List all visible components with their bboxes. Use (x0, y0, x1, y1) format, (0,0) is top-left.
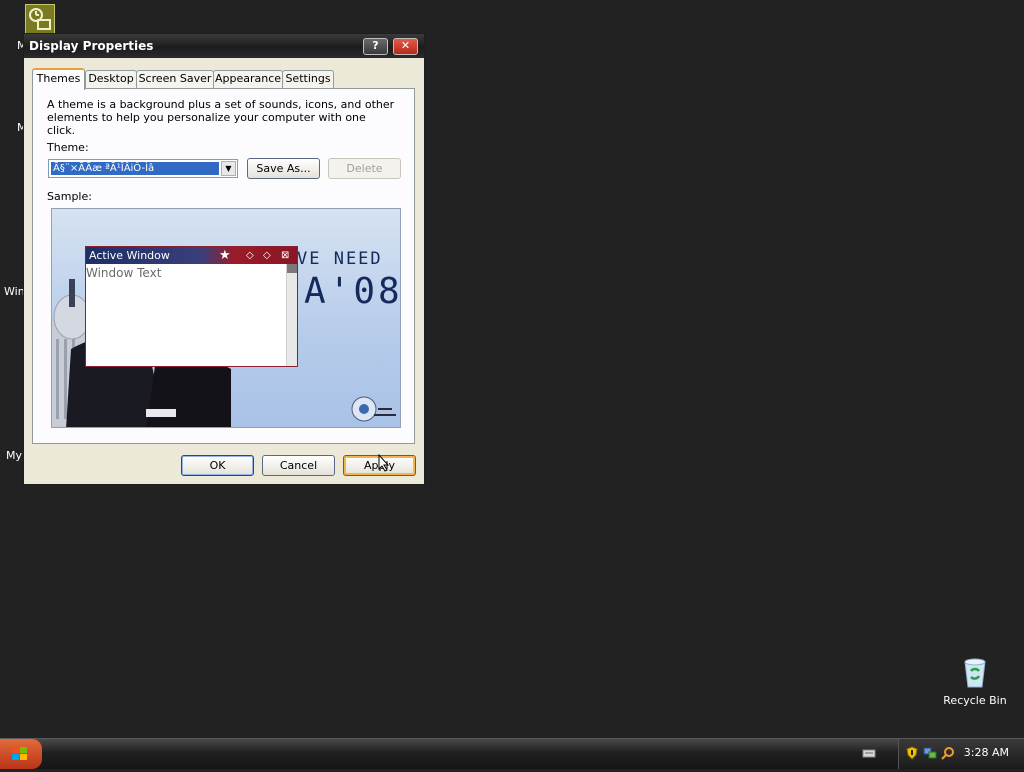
close-icon: ⊠ (281, 250, 290, 261)
save-as-button[interactable]: Save As... (247, 158, 320, 179)
theme-description: A theme is a background plus a set of so… (47, 98, 395, 137)
tab-appearance[interactable]: Appearance (213, 70, 283, 88)
cancel-button[interactable]: Cancel (262, 455, 335, 476)
sample-window-title-text: Active Window (89, 249, 170, 262)
themes-panel: A theme is a background plus a set of so… (32, 88, 415, 444)
clock[interactable]: 3:28 AM (964, 746, 1009, 759)
recycle-bin-icon (958, 656, 992, 690)
sample-window-title: Active Window ★ ◇ ◇ ⊠ (86, 247, 297, 264)
desktop-shortcut-icon[interactable] (25, 4, 55, 34)
dialog-title: Display Properties (29, 39, 154, 53)
tab-themes[interactable]: Themes (32, 68, 85, 90)
security-shield-icon[interactable] (905, 746, 919, 760)
recycle-bin[interactable]: Recycle Bin (940, 656, 1010, 707)
sample-window-text: Window Text (86, 266, 162, 280)
star-icon: ★ (219, 248, 231, 263)
close-button[interactable]: ✕ (393, 38, 418, 55)
start-button[interactable] (0, 739, 42, 769)
dialog-titlebar[interactable]: Display Properties ? ✕ (24, 34, 424, 58)
taskbar: 3:28 AM (0, 738, 1024, 769)
sample-scrollbar-thumb (287, 264, 297, 273)
theme-dropdown-value: Ã§¨×ÃÃæ ªÃ¹ÎÂiÔ-Ìâ (51, 162, 219, 175)
tab-desktop[interactable]: Desktop (85, 70, 137, 88)
poster-headline: VE NEED (297, 249, 383, 269)
minimize-icon: ◇ (246, 250, 254, 261)
desktop-icon-label[interactable]: Win (4, 285, 25, 298)
windows-logo-icon (12, 747, 27, 760)
mouse-cursor-icon (378, 454, 390, 472)
tab-screen-saver[interactable]: Screen Saver (136, 70, 214, 88)
sample-active-window: Active Window ★ ◇ ◇ ⊠ Window Text (85, 246, 298, 367)
help-button[interactable]: ? (363, 38, 388, 55)
seal-logo-icon (351, 396, 396, 422)
system-tray: 3:28 AM (898, 739, 1024, 769)
theme-sample-preview: VE NEED A'08 Active Window ★ ◇ ◇ ⊠ Windo… (51, 208, 401, 428)
sample-label: Sample: (47, 190, 92, 203)
recycle-bin-label: Recycle Bin (943, 694, 1007, 707)
chevron-down-icon[interactable]: ▼ (221, 161, 236, 176)
ok-button[interactable]: OK (181, 455, 254, 476)
theme-label: Theme: (47, 141, 89, 154)
theme-dropdown[interactable]: Ã§¨×ÃÃæ ªÃ¹ÎÂiÔ-Ìâ ▼ (48, 159, 238, 178)
sample-scrollbar (286, 264, 297, 366)
keyboard-icon[interactable] (862, 746, 876, 760)
desktop-icon-label[interactable]: My (6, 449, 22, 462)
poster-year: A'08 (304, 271, 401, 312)
tab-settings[interactable]: Settings (282, 70, 334, 88)
search-icon[interactable] (941, 746, 955, 760)
display-properties-dialog: Display Properties ? ✕ Themes Desktop Sc… (23, 33, 425, 485)
network-icon[interactable] (923, 746, 937, 760)
maximize-icon: ◇ (263, 250, 271, 261)
delete-button[interactable]: Delete (328, 158, 401, 179)
